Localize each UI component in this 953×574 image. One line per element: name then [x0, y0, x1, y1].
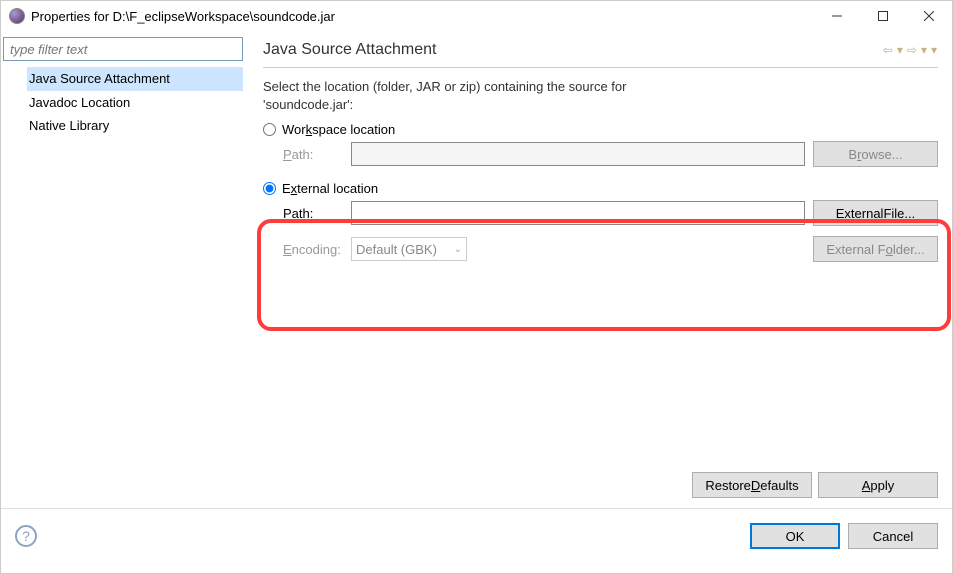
workspace-path-input — [351, 142, 805, 166]
right-panel: Java Source Attachment ⇦ ▾ ⇨ ▾ ▾ Select … — [249, 31, 952, 508]
window-controls — [814, 1, 952, 31]
back-arrow-icon[interactable]: ⇦ — [882, 43, 894, 57]
description-text: Select the location (folder, JAR or zip)… — [263, 78, 938, 114]
external-radio-row: External location — [263, 181, 938, 196]
workspace-radio-label: Workspace location — [282, 122, 395, 137]
external-path-row: Path: External File... — [283, 200, 938, 226]
maximize-button[interactable] — [860, 1, 906, 31]
titlebar: Properties for D:\F_eclipseWorkspace\sou… — [1, 1, 952, 31]
external-radio[interactable] — [263, 182, 276, 195]
window-title: Properties for D:\F_eclipseWorkspace\sou… — [31, 9, 814, 24]
forward-dropdown-icon[interactable]: ▾ — [920, 43, 928, 57]
external-path-input[interactable] — [351, 201, 805, 225]
minimize-button[interactable] — [814, 1, 860, 31]
tree: Java Source Attachment Javadoc Location … — [3, 61, 243, 138]
tree-item-native-library[interactable]: Native Library — [27, 114, 243, 138]
encoding-row: Encoding: Default (GBK) ⌄ External Folde… — [283, 236, 938, 262]
workspace-radio-row: Workspace location — [263, 122, 938, 137]
encoding-select: Default (GBK) ⌄ — [351, 237, 467, 261]
chevron-down-icon: ⌄ — [454, 244, 462, 255]
eclipse-icon — [9, 8, 25, 24]
nav-arrows: ⇦ ▾ ⇨ ▾ ▾ — [882, 43, 938, 57]
apply-button[interactable]: Apply — [818, 472, 938, 498]
workspace-radio[interactable] — [263, 123, 276, 136]
browse-button: Browse... — [813, 141, 938, 167]
external-file-button[interactable]: External File... — [813, 200, 938, 226]
cancel-button[interactable]: Cancel — [848, 523, 938, 549]
workspace-path-row: Path: Browse... — [283, 141, 938, 167]
tree-item-javadoc[interactable]: Javadoc Location — [27, 91, 243, 115]
forward-arrow-icon[interactable]: ⇨ — [906, 43, 918, 57]
menu-dropdown-icon[interactable]: ▾ — [930, 43, 938, 57]
help-button[interactable]: ? — [15, 525, 37, 547]
page-title: Java Source Attachment — [263, 41, 882, 59]
bottom-buttons: Restore Defaults Apply — [263, 462, 938, 498]
left-panel: Java Source Attachment Javadoc Location … — [1, 31, 249, 508]
external-radio-label: External location — [282, 181, 378, 196]
external-path-label: Path: — [283, 206, 343, 221]
back-dropdown-icon[interactable]: ▾ — [896, 43, 904, 57]
external-folder-button[interactable]: External Folder... — [813, 236, 938, 262]
encoding-label: Encoding: — [283, 242, 343, 257]
tree-item-java-source[interactable]: Java Source Attachment — [27, 67, 243, 91]
ok-button[interactable]: OK — [750, 523, 840, 549]
workspace-path-label: Path: — [283, 147, 343, 162]
close-button[interactable] — [906, 1, 952, 31]
restore-defaults-button[interactable]: Restore Defaults — [692, 472, 812, 498]
filter-input[interactable] — [3, 37, 243, 61]
footer: ? OK Cancel — [1, 509, 952, 563]
